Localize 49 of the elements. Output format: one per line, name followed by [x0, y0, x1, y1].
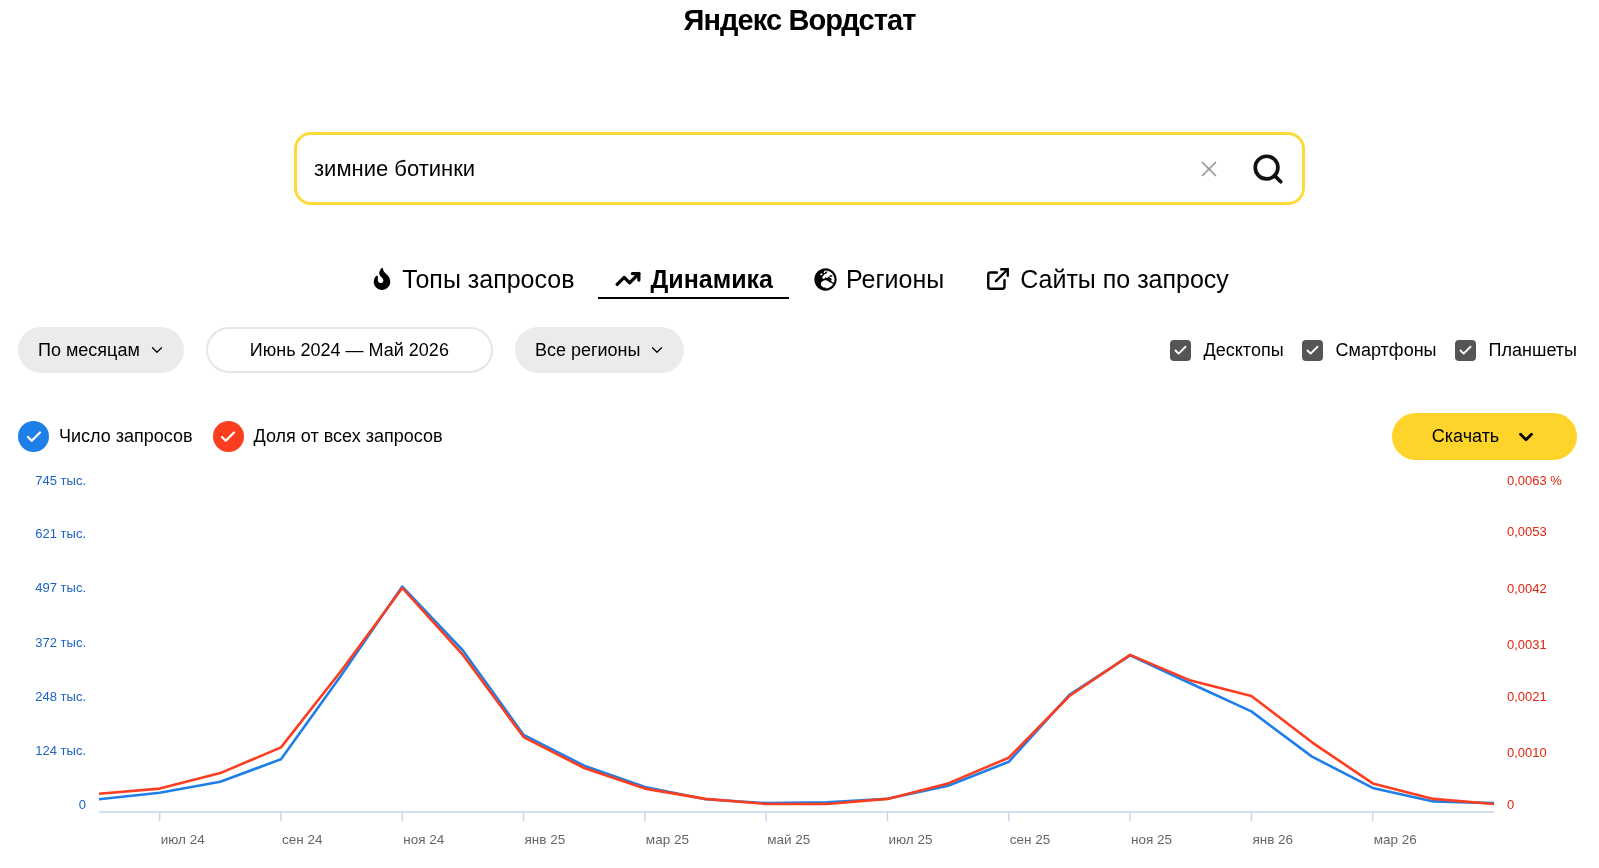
axis-label: 0,0063 %: [1507, 472, 1562, 488]
download-button[interactable]: Скачать: [1392, 413, 1577, 460]
axis-label: янв 25: [524, 832, 566, 847]
axis-label: 0,0010: [1507, 745, 1547, 761]
axis-label: ноя 25: [1131, 832, 1173, 847]
checkbox[interactable]: [1169, 339, 1191, 361]
date-range-button[interactable]: Июнь 2024 — Май 2026: [205, 327, 493, 373]
checkbox[interactable]: [1454, 339, 1476, 361]
axis-label: 124 тыс.: [35, 742, 86, 758]
tab[interactable]: Топы запросов: [354, 261, 591, 299]
checkbox-label: Десктопы: [1203, 339, 1284, 361]
axis-label: 745 тыс.: [35, 472, 86, 488]
dropdown-button[interactable]: Все регионы: [514, 327, 685, 373]
check-circle-icon[interactable]: [18, 421, 49, 452]
checkbox[interactable]: [1301, 339, 1323, 361]
axis-label: июл 24: [160, 832, 205, 847]
axis-label: янв 26: [1252, 832, 1294, 847]
axis-label: 0,0042: [1507, 580, 1547, 596]
axis-label: 0: [78, 796, 86, 812]
checkbox-label: Смартфоны: [1335, 339, 1437, 361]
axis-label: сен 24: [281, 832, 323, 847]
axis-label: май 25: [767, 832, 811, 847]
axis-label: 0: [1507, 796, 1515, 812]
search-field[interactable]: зимние ботинки: [294, 132, 1305, 205]
axis-label: сен 25: [1009, 832, 1051, 847]
search-icon: [1251, 151, 1285, 186]
dropdown-button[interactable]: По месяцам: [18, 327, 184, 373]
axis-label: мар 26: [1373, 832, 1417, 847]
legend-label: Доля от всех запросов: [253, 426, 443, 447]
axis-label: 372 тыс.: [35, 634, 86, 650]
tab[interactable]: Динамика: [598, 261, 789, 299]
checkbox-label: Планшеты: [1488, 339, 1577, 361]
axis-label: 0,0031: [1507, 637, 1547, 653]
axis-label: мар 25: [645, 832, 689, 847]
legend-label: Число запросов: [59, 426, 193, 447]
search-button[interactable]: [1251, 151, 1285, 186]
globe-icon: [813, 267, 837, 291]
axis-label: 0,0021: [1507, 688, 1547, 704]
axis-label: 248 тыс.: [35, 688, 86, 704]
axis-label: 0,0053: [1507, 523, 1547, 539]
tab[interactable]: Регионы: [796, 261, 961, 299]
axis-label: 497 тыс.: [35, 580, 86, 596]
axis-label: июл 25: [888, 832, 933, 847]
axis-label: ноя 24: [403, 832, 445, 847]
check-circle-icon[interactable]: [212, 421, 244, 452]
external-link-icon: [985, 266, 1012, 292]
tab[interactable]: Сайты по запросу: [968, 261, 1245, 299]
page-title: Яндекс Вордстат: [683, 3, 916, 38]
axis-label: 621 тыс.: [35, 526, 86, 542]
